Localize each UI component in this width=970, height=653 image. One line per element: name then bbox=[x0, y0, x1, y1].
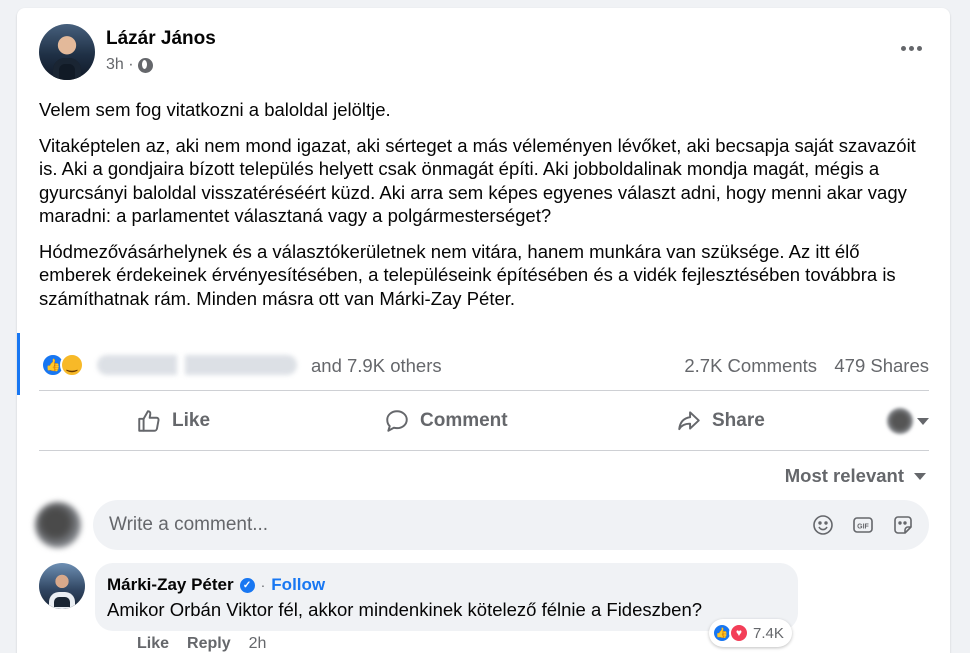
commenter-name-row: Márki-Zay Péter ✓ · Follow bbox=[107, 575, 325, 595]
top-comment: Márki-Zay Péter ✓ · Follow Amikor Orbán … bbox=[39, 563, 929, 653]
post-paragraph: Velem sem fog vitatkozni a baloldal jelö… bbox=[39, 99, 391, 120]
caret-down-icon bbox=[917, 417, 929, 425]
comment-input[interactable] bbox=[109, 500, 709, 550]
commenter-avatar[interactable] bbox=[39, 563, 85, 609]
audience-avatar bbox=[887, 408, 913, 434]
follow-button[interactable]: Follow bbox=[271, 575, 325, 595]
thumbs-up-icon bbox=[138, 410, 160, 432]
haha-reaction-icon: ‿ bbox=[60, 353, 84, 377]
speech-bubble-icon bbox=[386, 410, 408, 432]
current-user-avatar[interactable] bbox=[35, 502, 81, 548]
separator: · bbox=[260, 577, 266, 593]
share-arrow-icon bbox=[678, 411, 700, 431]
gif-icon[interactable]: GIF bbox=[851, 513, 875, 537]
reactions-summary: 👍 ‿ and 7.9K others 2.7K Comments 479 Sh… bbox=[39, 340, 929, 390]
comment-reply-button[interactable]: Reply bbox=[187, 635, 231, 653]
more-options-icon[interactable] bbox=[893, 36, 929, 60]
shares-count[interactable]: 479 Shares bbox=[834, 355, 929, 377]
comment-actions: Like Reply 2h bbox=[137, 635, 266, 653]
comment-box[interactable]: GIF bbox=[93, 500, 929, 550]
author-avatar[interactable] bbox=[39, 24, 95, 80]
post-meta: 3h · bbox=[106, 56, 153, 74]
post-card: Lázár János 3h · Velem sem fog vitatkozn… bbox=[17, 8, 950, 653]
comment-as-picker[interactable] bbox=[887, 408, 929, 434]
divider bbox=[39, 390, 929, 391]
others-count[interactable]: and 7.9K others bbox=[311, 355, 442, 377]
comment-text: Amikor Orbán Viktor fél, akkor mindenkin… bbox=[107, 599, 703, 620]
comment-time[interactable]: 2h bbox=[249, 635, 267, 653]
caret-down-icon bbox=[914, 472, 926, 480]
post-body: Velem sem fog vitatkozni a baloldal jelö… bbox=[39, 98, 929, 322]
verified-badge-icon: ✓ bbox=[239, 577, 255, 593]
comment-label: Comment bbox=[420, 410, 508, 431]
comment-like-button[interactable]: Like bbox=[137, 635, 169, 653]
post-paragraph: Vitaképtelen az, aki nem mond igazat, ak… bbox=[39, 134, 916, 227]
composer-icons: GIF bbox=[811, 513, 915, 537]
comment-button[interactable]: Comment bbox=[384, 392, 508, 450]
share-label: Share bbox=[712, 410, 765, 431]
comment-composer: GIF bbox=[35, 500, 929, 552]
divider bbox=[39, 450, 929, 451]
blurred-reactor-names[interactable] bbox=[97, 355, 297, 375]
reaction-icons[interactable]: 👍 ‿ bbox=[41, 353, 84, 377]
love-reaction-icon: ♥ bbox=[729, 623, 749, 643]
sort-label: Most relevant bbox=[784, 465, 904, 486]
like-button[interactable]: Like bbox=[136, 392, 210, 450]
author-name[interactable]: Lázár János bbox=[106, 28, 216, 50]
like-label: Like bbox=[172, 410, 211, 431]
post-actions: Like Comment Share bbox=[39, 392, 929, 450]
comment-sort[interactable]: Most relevant bbox=[785, 465, 926, 487]
comment-bubble: Márki-Zay Péter ✓ · Follow Amikor Orbán … bbox=[95, 563, 798, 631]
focus-indicator bbox=[17, 333, 20, 395]
globe-icon[interactable] bbox=[137, 57, 153, 73]
svg-text:GIF: GIF bbox=[857, 524, 869, 531]
sticker-icon[interactable] bbox=[891, 513, 915, 537]
comment-reactions[interactable]: 👍 ♥ 7.4K bbox=[709, 619, 792, 647]
post-header: Lázár János 3h · bbox=[39, 22, 929, 82]
emoji-icon[interactable] bbox=[811, 513, 835, 537]
comments-count[interactable]: 2.7K Comments bbox=[684, 355, 817, 377]
post-paragraph: Hódmezővásárhelynek és a választókerület… bbox=[39, 240, 896, 309]
share-button[interactable]: Share bbox=[676, 392, 765, 450]
post-time[interactable]: 3h · bbox=[106, 56, 134, 74]
comment-reaction-count: 7.4K bbox=[753, 624, 784, 642]
commenter-name[interactable]: Márki-Zay Péter bbox=[107, 575, 234, 595]
